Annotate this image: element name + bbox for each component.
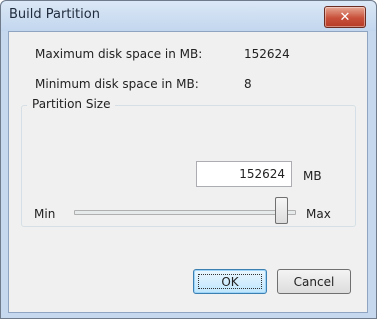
max-disk-space-value: 152624	[244, 47, 290, 61]
close-icon: ✕	[339, 9, 351, 25]
close-button[interactable]: ✕	[324, 6, 366, 28]
size-unit-label: MB	[303, 169, 322, 183]
cancel-button[interactable]: Cancel	[277, 269, 351, 294]
slider-max-label: Max	[306, 207, 331, 221]
partition-size-slider-thumb[interactable]	[275, 197, 288, 224]
slider-min-label: Min	[34, 207, 56, 221]
partition-size-slider-track[interactable]	[74, 210, 296, 215]
ok-button-label: OK	[221, 274, 239, 289]
ok-button[interactable]: OK	[193, 269, 267, 294]
title-bar[interactable]: Build Partition ✕	[1, 1, 376, 31]
partition-size-group-title: Partition Size	[27, 97, 116, 111]
partition-size-input[interactable]	[196, 161, 292, 187]
min-disk-space-value: 8	[244, 77, 252, 91]
min-disk-space-label: Minimum disk space in MB:	[35, 77, 199, 91]
build-partition-dialog: Build Partition ✕ Maximum disk space in …	[0, 0, 377, 319]
max-disk-space-label: Maximum disk space in MB:	[35, 47, 203, 61]
dialog-title: Build Partition	[9, 7, 100, 22]
